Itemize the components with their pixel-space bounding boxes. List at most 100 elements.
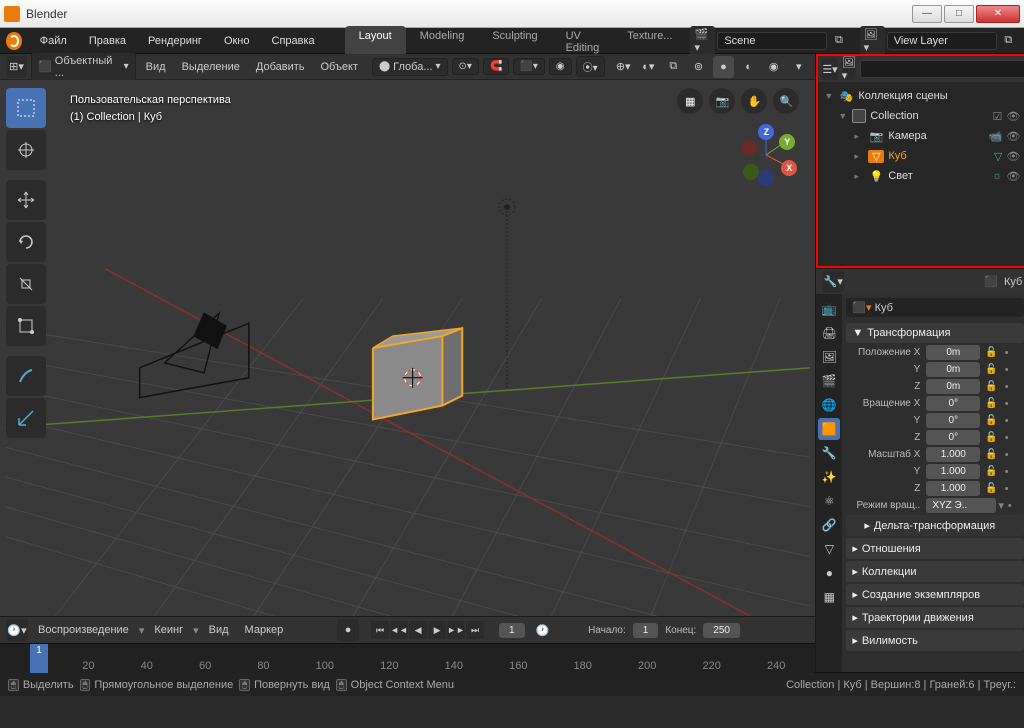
axis-gizmo[interactable]: X Y Z [737,126,795,184]
mode-selector[interactable]: ⬛Объектный ...▾ [31,52,136,82]
timeline-keying[interactable]: Кеинг [148,621,189,639]
menu-render[interactable]: Рендеринг [138,32,212,50]
tree-cube[interactable]: ▸▽ Куб ▽👁 [818,146,1024,166]
eye-icon[interactable]: 👁 [1006,170,1020,183]
shading-solid[interactable]: ● [713,56,734,78]
timeline-track[interactable]: 1 02040 6080100 120140160 180200220 240 [0,643,815,673]
playhead[interactable]: 1 [30,644,48,673]
timeline-view[interactable]: Вид [203,621,235,639]
zoom-icon[interactable]: 🔍 [773,88,799,114]
tool-measure[interactable] [6,398,46,438]
ptab-material[interactable]: ● [818,562,840,584]
minimize-button[interactable]: — [912,5,942,23]
ptab-object[interactable]: 🟧 [818,418,840,440]
ptab-render[interactable]: 📺 [818,298,840,320]
snap-options[interactable]: ⬛▾ [513,58,544,75]
overlay-visibility[interactable]: ◐▾ [638,56,659,78]
timeclock-icon[interactable]: 🕐 [532,619,554,641]
proportional-falloff[interactable]: ⦿▾ [576,56,605,77]
location-x[interactable]: 0m [926,345,980,360]
camera-view-button[interactable]: ▦ [677,88,703,114]
end-frame[interactable]: 250 [703,623,740,638]
shading-material[interactable]: ◐ [738,56,759,78]
scale-x[interactable]: 1.000 [926,447,980,462]
menu-help[interactable]: Справка [262,32,325,50]
rotation-y[interactable]: 0° [926,413,980,428]
viewport-3d[interactable]: Пользовательская перспектива (1) Collect… [0,80,815,616]
tree-scene-collection[interactable]: ▼🎭 Коллекция сцены [818,86,1024,106]
snap-toggle[interactable]: 🧲 [483,58,509,75]
lock-icon[interactable]: 🔓 [982,347,1000,358]
ptab-scene[interactable]: 🎬 [818,370,840,392]
maximize-button[interactable]: □ [944,5,974,23]
ptab-constraints[interactable]: 🔗 [818,514,840,536]
eye-icon[interactable]: 👁 [1006,110,1020,123]
shading-options[interactable]: ▾ [788,56,809,78]
tool-cursor[interactable] [6,130,46,170]
tab-modeling[interactable]: Modeling [406,26,479,58]
gizmo-visibility[interactable]: ⊕▾ [613,56,634,78]
tree-collection[interactable]: ▼ Collection ☑👁 [818,106,1024,126]
shading-rendered[interactable]: ◉ [763,56,784,78]
rotation-mode[interactable]: XYZ Э.. [926,498,996,513]
location-y[interactable]: 0m [926,362,980,377]
transform-orientation[interactable]: ⬤ Глоба...▾ [372,58,448,76]
next-keyframe[interactable]: ►► [447,621,465,639]
panel-visibility[interactable]: ▸ Вилимость [846,630,1024,651]
ptab-texture[interactable]: ▦ [818,586,840,608]
object-name-field[interactable]: ⬛▾ Куб [846,298,1024,317]
rotation-x[interactable]: 0° [926,396,980,411]
play[interactable]: ▶ [428,621,446,639]
timeline-playback[interactable]: Воспроизведение [32,621,135,639]
new-view-layer-button[interactable]: ⧉ [999,30,1018,52]
panel-motion-paths[interactable]: ▸ Траектории движения [846,607,1024,628]
camera-icon[interactable]: 📷 [709,88,735,114]
ptab-world[interactable]: 🌐 [818,394,840,416]
tab-texture[interactable]: Texture... [613,26,686,58]
light-data-icon[interactable]: ☼ [992,170,1002,183]
pivot-point[interactable]: ⊙▾ [452,58,479,75]
camera-data-icon[interactable]: 📹 [989,130,1003,143]
panel-relations[interactable]: ▸ Отношения [846,538,1024,559]
timeline-marker[interactable]: Маркер [239,621,290,639]
tree-camera[interactable]: ▸📷 Камера 📹👁 [818,126,1024,146]
tool-scale[interactable] [6,264,46,304]
eye-icon[interactable]: 👁 [1006,150,1020,163]
scale-y[interactable]: 1.000 [926,464,980,479]
collection-exclude-icon[interactable]: ☑ [992,110,1002,123]
ptab-particles[interactable]: ✨ [818,466,840,488]
pan-icon[interactable]: ✋ [741,88,767,114]
timeline-editor-type[interactable]: 🕐▾ [6,619,28,641]
ptab-viewlayer[interactable]: 🖼 [818,346,840,368]
mesh-data-icon[interactable]: ▽ [994,150,1002,163]
scene-name-field[interactable] [717,32,827,50]
ptab-modifiers[interactable]: 🔧 [818,442,840,464]
proportional-edit[interactable]: ◉ [549,58,572,75]
panel-instancing[interactable]: ▸ Создание экземпляров [846,584,1024,605]
view-layer-browse-icon[interactable]: 🖼▾ [860,26,885,56]
header-menu-select[interactable]: Выделение [176,58,246,76]
blender-logo-icon[interactable] [6,32,22,50]
scene-browse-icon[interactable]: 🎬▾ [690,26,715,56]
location-z[interactable]: 0m [926,379,980,394]
new-scene-button[interactable]: ⧉ [829,30,848,52]
panel-collections[interactable]: ▸ Коллекции [846,561,1024,582]
menu-window[interactable]: Окно [214,32,260,50]
outliner-search[interactable] [860,60,1024,78]
camera-gizmo[interactable] [140,313,249,397]
menu-file[interactable]: Файл [30,32,77,50]
xray-toggle[interactable]: ⧉ [663,56,684,78]
eye-icon[interactable]: 👁 [1006,130,1020,143]
start-frame[interactable]: 1 [633,623,659,638]
ptab-physics[interactable]: ⚛ [818,490,840,512]
tool-rotate[interactable] [6,222,46,262]
header-menu-view[interactable]: Вид [140,58,172,76]
tool-move[interactable] [6,180,46,220]
tree-light[interactable]: ▸💡 Свет ☼👁 [818,166,1024,186]
light-gizmo[interactable] [499,199,515,388]
menu-edit[interactable]: Правка [79,32,136,50]
panel-delta-transform[interactable]: ▸ Дельта-трансформация [846,515,1024,536]
tab-uv-editing[interactable]: UV Editing [552,26,614,58]
jump-end[interactable]: ⏭ [466,621,484,639]
ptab-data[interactable]: ▽ [818,538,840,560]
